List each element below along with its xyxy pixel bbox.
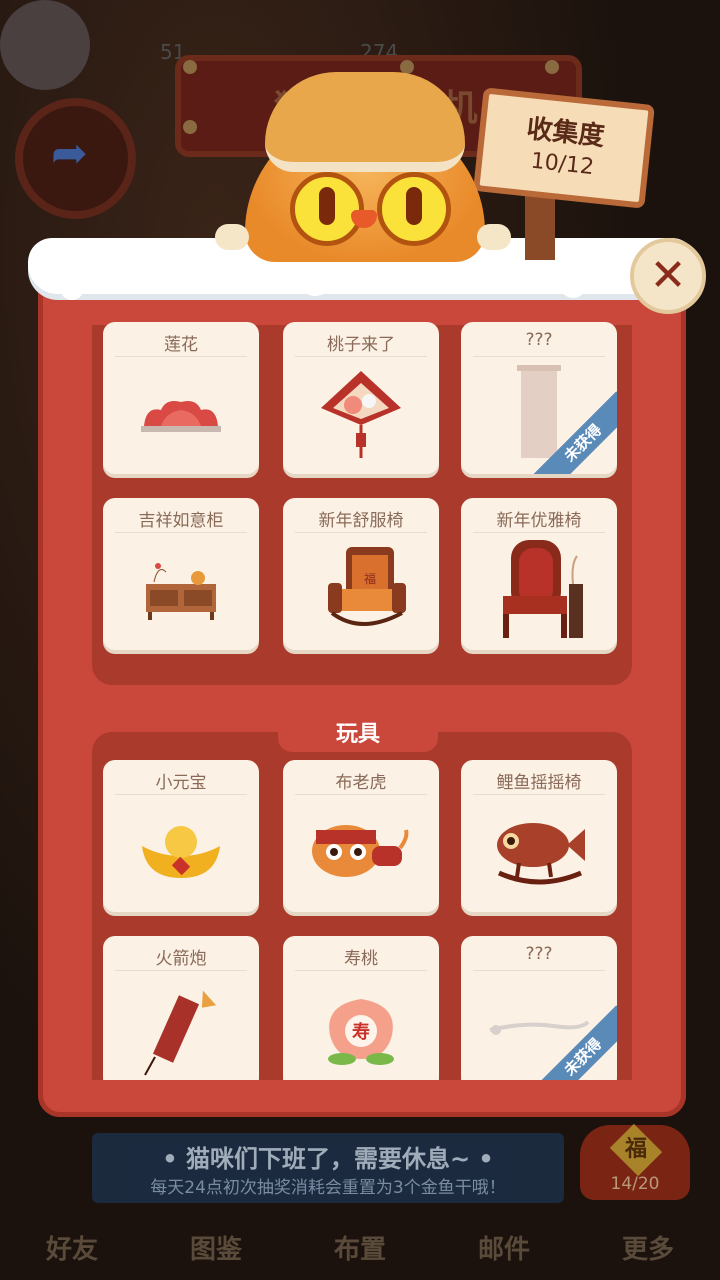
cabinet-icon (103, 538, 259, 640)
collection-card[interactable]: 吉祥如意柜 (103, 498, 259, 650)
rest-notice: • 猫咪们下班了，需要休息~ • 每天24点初次抽奖消耗会重置为3个金鱼干哦！ (92, 1133, 564, 1203)
elegant-chair-icon (461, 538, 617, 640)
card-title: 吉祥如意柜 (115, 506, 247, 533)
banner-bulb (183, 60, 197, 74)
cloth-tiger-icon (283, 800, 439, 902)
nav-friends[interactable]: 好友 (46, 1229, 98, 1266)
back-arrow-icon: ➦ (51, 128, 88, 179)
fu-icon: 福 (609, 1123, 663, 1177)
card-title: 鲤鱼摇摇椅 (473, 768, 605, 795)
collection-card[interactable]: ??? 未获得 (461, 322, 617, 474)
cat-eye (377, 172, 451, 246)
collection-card[interactable]: 新年优雅椅 (461, 498, 617, 650)
close-button[interactable]: ✕ (630, 238, 706, 314)
chair-char: 福 (364, 571, 376, 586)
nav-collection[interactable]: 图鉴 (190, 1229, 242, 1266)
toys-section-title: 玩具 (335, 722, 380, 747)
lotus-icon (103, 362, 259, 464)
toys-section-header: 玩具 (278, 712, 438, 752)
card-title: 桃子来了 (295, 330, 427, 357)
notice-line1: • 猫咪们下班了，需要休息~ • (162, 1145, 494, 1173)
card-title: 寿桃 (295, 944, 427, 971)
cat-paw (477, 224, 511, 250)
card-title: 火箭炮 (115, 944, 247, 971)
card-title: 布老虎 (295, 768, 427, 795)
gold-ingot-icon (103, 800, 259, 902)
lion-hat (265, 72, 465, 172)
collection-card[interactable]: 新年舒服椅福 (283, 498, 439, 650)
nav-decorate[interactable]: 布置 (334, 1229, 386, 1266)
player-avatar[interactable] (0, 0, 90, 90)
bottom-nav: 好友 图鉴 布置 邮件 更多 (0, 1215, 720, 1280)
cat-paw (215, 224, 249, 250)
armchair-icon: 福 (283, 538, 439, 640)
carp-rocker-icon (461, 800, 617, 902)
cat-eye (290, 172, 364, 246)
nav-mail[interactable]: 邮件 (478, 1229, 530, 1266)
collection-card[interactable]: 小元宝 (103, 760, 259, 912)
card-title: 莲花 (115, 330, 247, 357)
card-title: 新年优雅椅 (473, 506, 605, 533)
collection-card[interactable]: 桃子来了 (283, 322, 439, 474)
collection-card[interactable]: 火箭炮 (103, 936, 259, 1088)
nav-more[interactable]: 更多 (622, 1229, 674, 1266)
close-icon: ✕ (649, 250, 687, 301)
longevity-peach-icon: 寿 (283, 976, 439, 1078)
back-button[interactable]: ➦ (15, 98, 136, 219)
card-title: 小元宝 (115, 768, 247, 795)
collection-card[interactable]: 鲤鱼摇摇椅 (461, 760, 617, 912)
lucky-bag-count: 14/20 (610, 1174, 660, 1194)
card-title: ??? (473, 330, 605, 357)
notice-line2: 每天24点初次抽奖消耗会重置为3个金鱼干哦！ (150, 1178, 506, 1198)
collection-card[interactable]: 莲花 (103, 322, 259, 474)
banner-bulb (183, 120, 197, 134)
collection-card[interactable]: ??? 未获得 (461, 936, 617, 1088)
lion-dance-cat-mascot (215, 72, 515, 262)
card-title: ??? (473, 944, 605, 971)
peach-ornament-icon (283, 362, 439, 464)
card-title: 新年舒服椅 (295, 506, 427, 533)
collection-card[interactable]: 寿桃寿 (283, 936, 439, 1088)
banner-bulb (545, 60, 559, 74)
firecracker-icon (103, 976, 259, 1078)
collection-card[interactable]: 布老虎 (283, 760, 439, 912)
peach-char: 寿 (352, 1021, 370, 1043)
lucky-bag-button[interactable]: 福 14/20 (580, 1123, 690, 1200)
panel-bottom-edge (92, 1080, 632, 1110)
